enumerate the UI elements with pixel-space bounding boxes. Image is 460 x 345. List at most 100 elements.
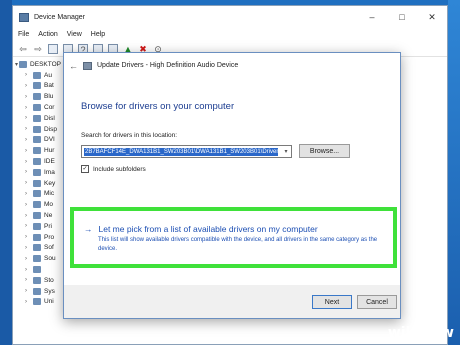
tree-item[interactable]: › Sof [15, 243, 61, 254]
driver-path-input[interactable]: 2B7BAFCF14E_DWA131B1_SW203B01\DWA131B1_S… [81, 145, 292, 158]
device-category-icon [33, 114, 41, 122]
chevron-right-icon[interactable]: › [25, 169, 33, 175]
chevron-right-icon[interactable]: › [25, 148, 33, 154]
pick-from-list-link[interactable]: → Let me pick from a list of available d… [84, 224, 318, 234]
chevron-right-icon[interactable]: › [25, 202, 33, 208]
minimize-button[interactable]: – [357, 12, 387, 23]
device-category-icon [33, 212, 41, 220]
chevron-right-icon[interactable]: › [25, 299, 33, 305]
path-label: Search for drivers in this location: [81, 132, 178, 139]
device-manager-title: Device Manager [34, 13, 85, 21]
chevron-right-icon[interactable]: › [25, 180, 33, 186]
tree-item[interactable]: › Mo [15, 199, 61, 210]
tree-item[interactable]: › Bat [15, 81, 61, 92]
chevron-right-icon[interactable]: › [25, 126, 33, 132]
tree-item[interactable]: › Disl [15, 113, 61, 124]
menu-help[interactable]: Help [91, 31, 105, 38]
pick-from-list-description: This list will show available drivers co… [98, 237, 378, 252]
tree-item-label: Hur [44, 147, 55, 155]
desktop-background-right [448, 0, 460, 345]
browse-button[interactable]: Browse... [299, 144, 350, 158]
tree-item[interactable]: › [15, 264, 61, 275]
chevron-right-icon[interactable]: › [25, 159, 33, 165]
chevron-down-icon[interactable]: ▾ [281, 148, 291, 155]
tree-item[interactable]: › Key [15, 178, 61, 189]
tree-item[interactable]: › Disp [15, 124, 61, 135]
device-category-icon [19, 60, 28, 68]
tree-item[interactable]: › Blu [15, 91, 61, 102]
chevron-right-icon[interactable]: › [25, 105, 33, 111]
tree-item[interactable]: › DVI [15, 135, 61, 146]
tree-item-label: Pro [44, 233, 55, 241]
tree-item-label: Cor [44, 104, 55, 112]
tree-item-label: Disp [44, 125, 58, 133]
chevron-right-icon[interactable]: › [25, 213, 33, 219]
chevron-right-icon[interactable]: › [25, 277, 33, 283]
right-arrow-icon: → [84, 224, 93, 234]
tree-item[interactable]: › Cor [15, 102, 61, 113]
device-category-icon [33, 147, 41, 155]
tree-item-label: Disl [44, 114, 55, 122]
tree-item-label: IDE [44, 158, 55, 166]
chevron-right-icon[interactable]: › [25, 191, 33, 197]
dialog-title: Update Drivers - High Definition Audio D… [97, 62, 239, 69]
tree-root[interactable]: ▾ DESKTOP [15, 59, 61, 70]
device-category-icon [33, 201, 41, 209]
tree-item[interactable]: › Mic [15, 189, 61, 200]
device-category-icon [33, 233, 41, 241]
chevron-right-icon[interactable]: › [25, 245, 33, 251]
tree-item[interactable]: › Ne [15, 210, 61, 221]
chevron-right-icon[interactable]: › [25, 137, 33, 143]
include-subfolders-label: Include subfolders [93, 165, 146, 173]
close-button[interactable]: ✕ [417, 12, 447, 23]
include-subfolders-row[interactable]: ✓ Include subfolders [81, 165, 146, 173]
pick-from-list-option[interactable]: → Let me pick from a list of available d… [70, 207, 397, 268]
tree-item[interactable]: › Hur [15, 145, 61, 156]
device-category-icon [33, 244, 41, 252]
tree-item[interactable]: › Uni [15, 297, 61, 308]
include-subfolders-checkbox[interactable]: ✓ [81, 165, 89, 173]
menu-action[interactable]: Action [38, 31, 57, 38]
device-category-icon [33, 255, 41, 263]
device-category-icon [33, 104, 41, 112]
back-arrow-icon[interactable]: ← [69, 61, 83, 71]
tree-item[interactable]: › Au [15, 70, 61, 81]
driver-path-value[interactable]: 2B7BAFCF14E_DWA131B1_SW203B01\DWA131B1_S… [84, 147, 278, 156]
next-button[interactable]: Next [312, 295, 352, 309]
chevron-right-icon[interactable]: › [25, 267, 33, 273]
device-category-icon [33, 93, 41, 101]
chevron-right-icon[interactable]: › [25, 72, 33, 78]
tree-item[interactable]: › Sto [15, 275, 61, 286]
maximize-button[interactable]: □ [387, 12, 417, 23]
device-category-icon [33, 190, 41, 198]
tree-item-label: Pri [44, 222, 52, 230]
device-category-icon [33, 287, 41, 295]
properties-icon[interactable] [48, 43, 58, 54]
device-category-icon [33, 71, 41, 79]
chevron-right-icon[interactable]: › [25, 234, 33, 240]
chevron-right-icon[interactable]: › [25, 115, 33, 121]
chevron-right-icon[interactable]: › [25, 83, 33, 89]
back-arrow-icon[interactable]: ⇦ [18, 44, 28, 54]
menu-file[interactable]: File [18, 31, 29, 38]
chevron-right-icon[interactable]: › [25, 94, 33, 100]
chevron-right-icon[interactable]: › [25, 288, 33, 294]
tree-item-label: Ima [44, 168, 55, 176]
forward-arrow-icon[interactable]: ⇨ [33, 44, 43, 54]
cancel-button[interactable]: Cancel [357, 295, 397, 309]
chevron-right-icon[interactable]: › [25, 256, 33, 262]
tree-item[interactable]: › Sys [15, 286, 61, 297]
device-category-icon [33, 82, 41, 90]
tree-item[interactable]: › Ima [15, 167, 61, 178]
tree-item-label: Bat [44, 82, 54, 90]
tree-item[interactable]: › Pri [15, 221, 61, 232]
chevron-right-icon[interactable]: › [25, 223, 33, 229]
tree-item[interactable]: › IDE [15, 156, 61, 167]
tree-item[interactable]: › Pro [15, 232, 61, 243]
pick-from-list-title[interactable]: Let me pick from a list of available dri… [99, 224, 318, 234]
device-category-icon [33, 298, 41, 306]
watermark-how: How [419, 325, 454, 341]
device-manager-titlebar: Device Manager – □ ✕ [13, 6, 447, 28]
menu-view[interactable]: View [67, 31, 82, 38]
tree-item[interactable]: › Sou [15, 253, 61, 264]
